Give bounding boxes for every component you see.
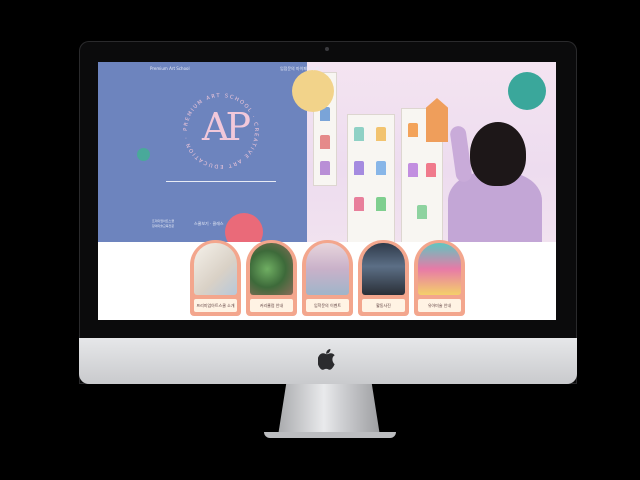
menu-card-intro[interactable]: 프리미엄아트스쿨 소개 [190,240,241,316]
menu-card-curriculum[interactable]: 커리큘럼 안내 [246,240,297,316]
camera-icon [325,47,329,51]
monitor-stand-foot [264,432,396,438]
hero-side-text: 프리미엄아트스쿨 창의미술교육전문 [152,219,174,229]
monitor-chin [79,338,577,384]
menu-card-gallery[interactable]: 활동사진 [358,240,409,316]
wall-poster [347,114,395,244]
hero-side-buttons[interactable]: 스쿨보기 · 클래스 [194,221,224,227]
hero-brand-panel: Premium Art School PREMIUM ART SCHOOL · … [98,62,307,251]
card-label: 유아미술 안내 [418,299,461,312]
yellow-circle-decoration [292,70,334,112]
card-image [194,243,237,295]
teal-circle-decoration [508,72,546,110]
apple-logo-icon [318,349,335,370]
card-image [362,243,405,295]
card-label: 활동사진 [362,299,405,312]
child-hair [470,122,526,186]
card-label: 입학문의 이벤트 [306,299,349,312]
website-screen: Premium Art School PREMIUM ART SCHOOL · … [98,62,556,320]
logo-letters: AP [202,105,251,149]
card-image [306,243,349,295]
top-nav[interactable]: 입점문의 마이페이지 회원 [280,66,323,72]
menu-card-kids-art[interactable]: 유아미술 안내 [414,240,465,316]
logo-divider [166,181,276,182]
card-image [418,243,461,295]
monitor-stand [278,384,380,436]
card-label: 커리큘럼 안내 [250,299,293,312]
menu-card-event[interactable]: 입학문의 이벤트 [302,240,353,316]
teal-dot-decoration [137,148,150,161]
hero-side-text-line: 창의미술교육전문 [152,224,175,228]
card-image [250,243,293,295]
site-brand[interactable]: Premium Art School [150,66,190,71]
card-label: 프리미엄아트스쿨 소개 [194,299,237,312]
